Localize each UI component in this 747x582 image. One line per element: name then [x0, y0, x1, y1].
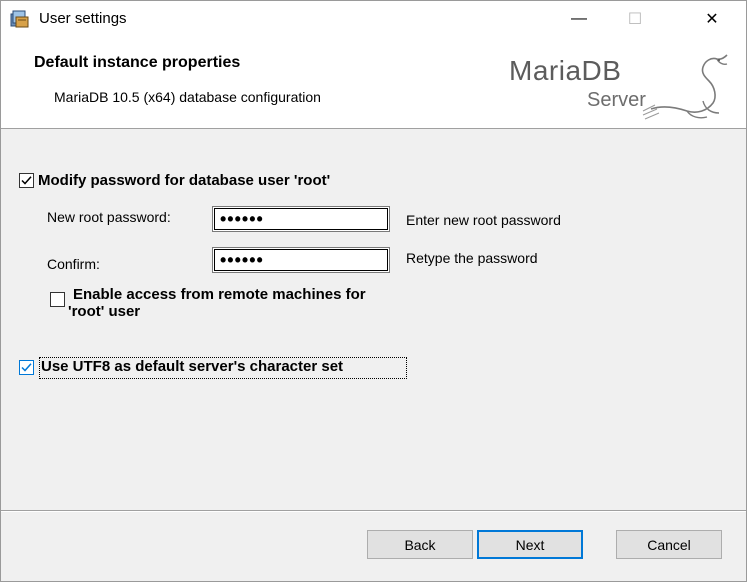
logo-text-main: MariaDB	[509, 55, 622, 86]
close-icon: ✕	[705, 11, 719, 28]
mariadb-logo: MariaDB Server	[501, 45, 737, 123]
sea-lion-icon	[642, 54, 728, 120]
check-icon	[21, 176, 32, 185]
check-icon	[21, 363, 32, 372]
title-bar: User settings — ☐ ✕	[1, 1, 746, 37]
back-button-label: Back	[404, 536, 436, 553]
confirm-password-hint: Retype the password	[406, 250, 538, 266]
page-subtitle: MariaDB 10.5 (x64) database configuratio…	[54, 89, 321, 105]
new-password-label: New root password:	[47, 209, 171, 225]
installer-app-icon	[10, 10, 29, 28]
maximize-icon: ☐	[627, 11, 643, 28]
modify-password-label[interactable]: Modify password for database user 'root'	[38, 172, 330, 190]
modify-password-checkbox[interactable]	[19, 173, 34, 188]
close-button[interactable]: ✕	[689, 1, 735, 37]
next-button-label: Next	[515, 536, 545, 553]
cancel-button[interactable]: Cancel	[616, 530, 722, 559]
confirm-password-label: Confirm:	[47, 256, 100, 272]
new-password-hint: Enter new root password	[406, 212, 561, 228]
logo-text-sub: Server	[587, 89, 646, 111]
confirm-password-input[interactable]: ••••••	[212, 247, 390, 273]
back-button[interactable]: Back	[367, 530, 473, 559]
header-banner: Default instance properties MariaDB 10.5…	[1, 37, 746, 129]
cancel-button-label: Cancel	[647, 536, 691, 553]
remote-access-label-line2[interactable]: 'root' user	[68, 303, 140, 321]
remote-access-checkbox[interactable]	[50, 292, 65, 307]
maximize-button[interactable]: ☐	[612, 1, 658, 37]
minimize-icon: —	[571, 10, 587, 27]
installer-window: User settings — ☐ ✕ Default instance pro…	[0, 0, 747, 582]
window-title: User settings	[39, 10, 127, 27]
page-title: Default instance properties	[34, 54, 241, 71]
remote-access-label-line1[interactable]: Enable access from remote machines for	[73, 286, 366, 304]
minimize-button[interactable]: —	[556, 1, 602, 37]
next-button[interactable]: Next	[477, 530, 583, 559]
footer-divider-highlight	[1, 511, 746, 512]
utf8-checkbox[interactable]	[19, 360, 34, 375]
new-password-input[interactable]: ••••••	[212, 206, 390, 232]
utf8-label[interactable]: Use UTF8 as default server's character s…	[41, 358, 343, 376]
